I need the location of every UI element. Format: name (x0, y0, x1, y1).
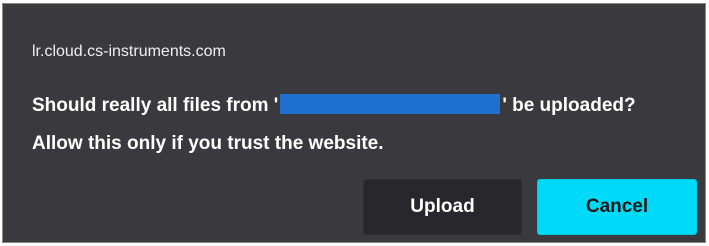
upload-confirmation-dialog: lr.cloud.cs-instruments.com Should reall… (2, 3, 706, 243)
message-prefix: Should really all files from ' (32, 95, 279, 116)
upload-button[interactable]: Upload (363, 179, 522, 235)
message-suffix: ' be uploaded? (502, 95, 636, 116)
redacted-folder-name (280, 94, 501, 114)
dialog-origin-text: lr.cloud.cs-instruments.com (32, 43, 226, 60)
dialog-message-line2: Allow this only if you trust the website… (32, 133, 384, 154)
cancel-button[interactable]: Cancel (537, 179, 697, 235)
dialog-message-line1: Should really all files from ' ' be uploa… (32, 94, 636, 118)
